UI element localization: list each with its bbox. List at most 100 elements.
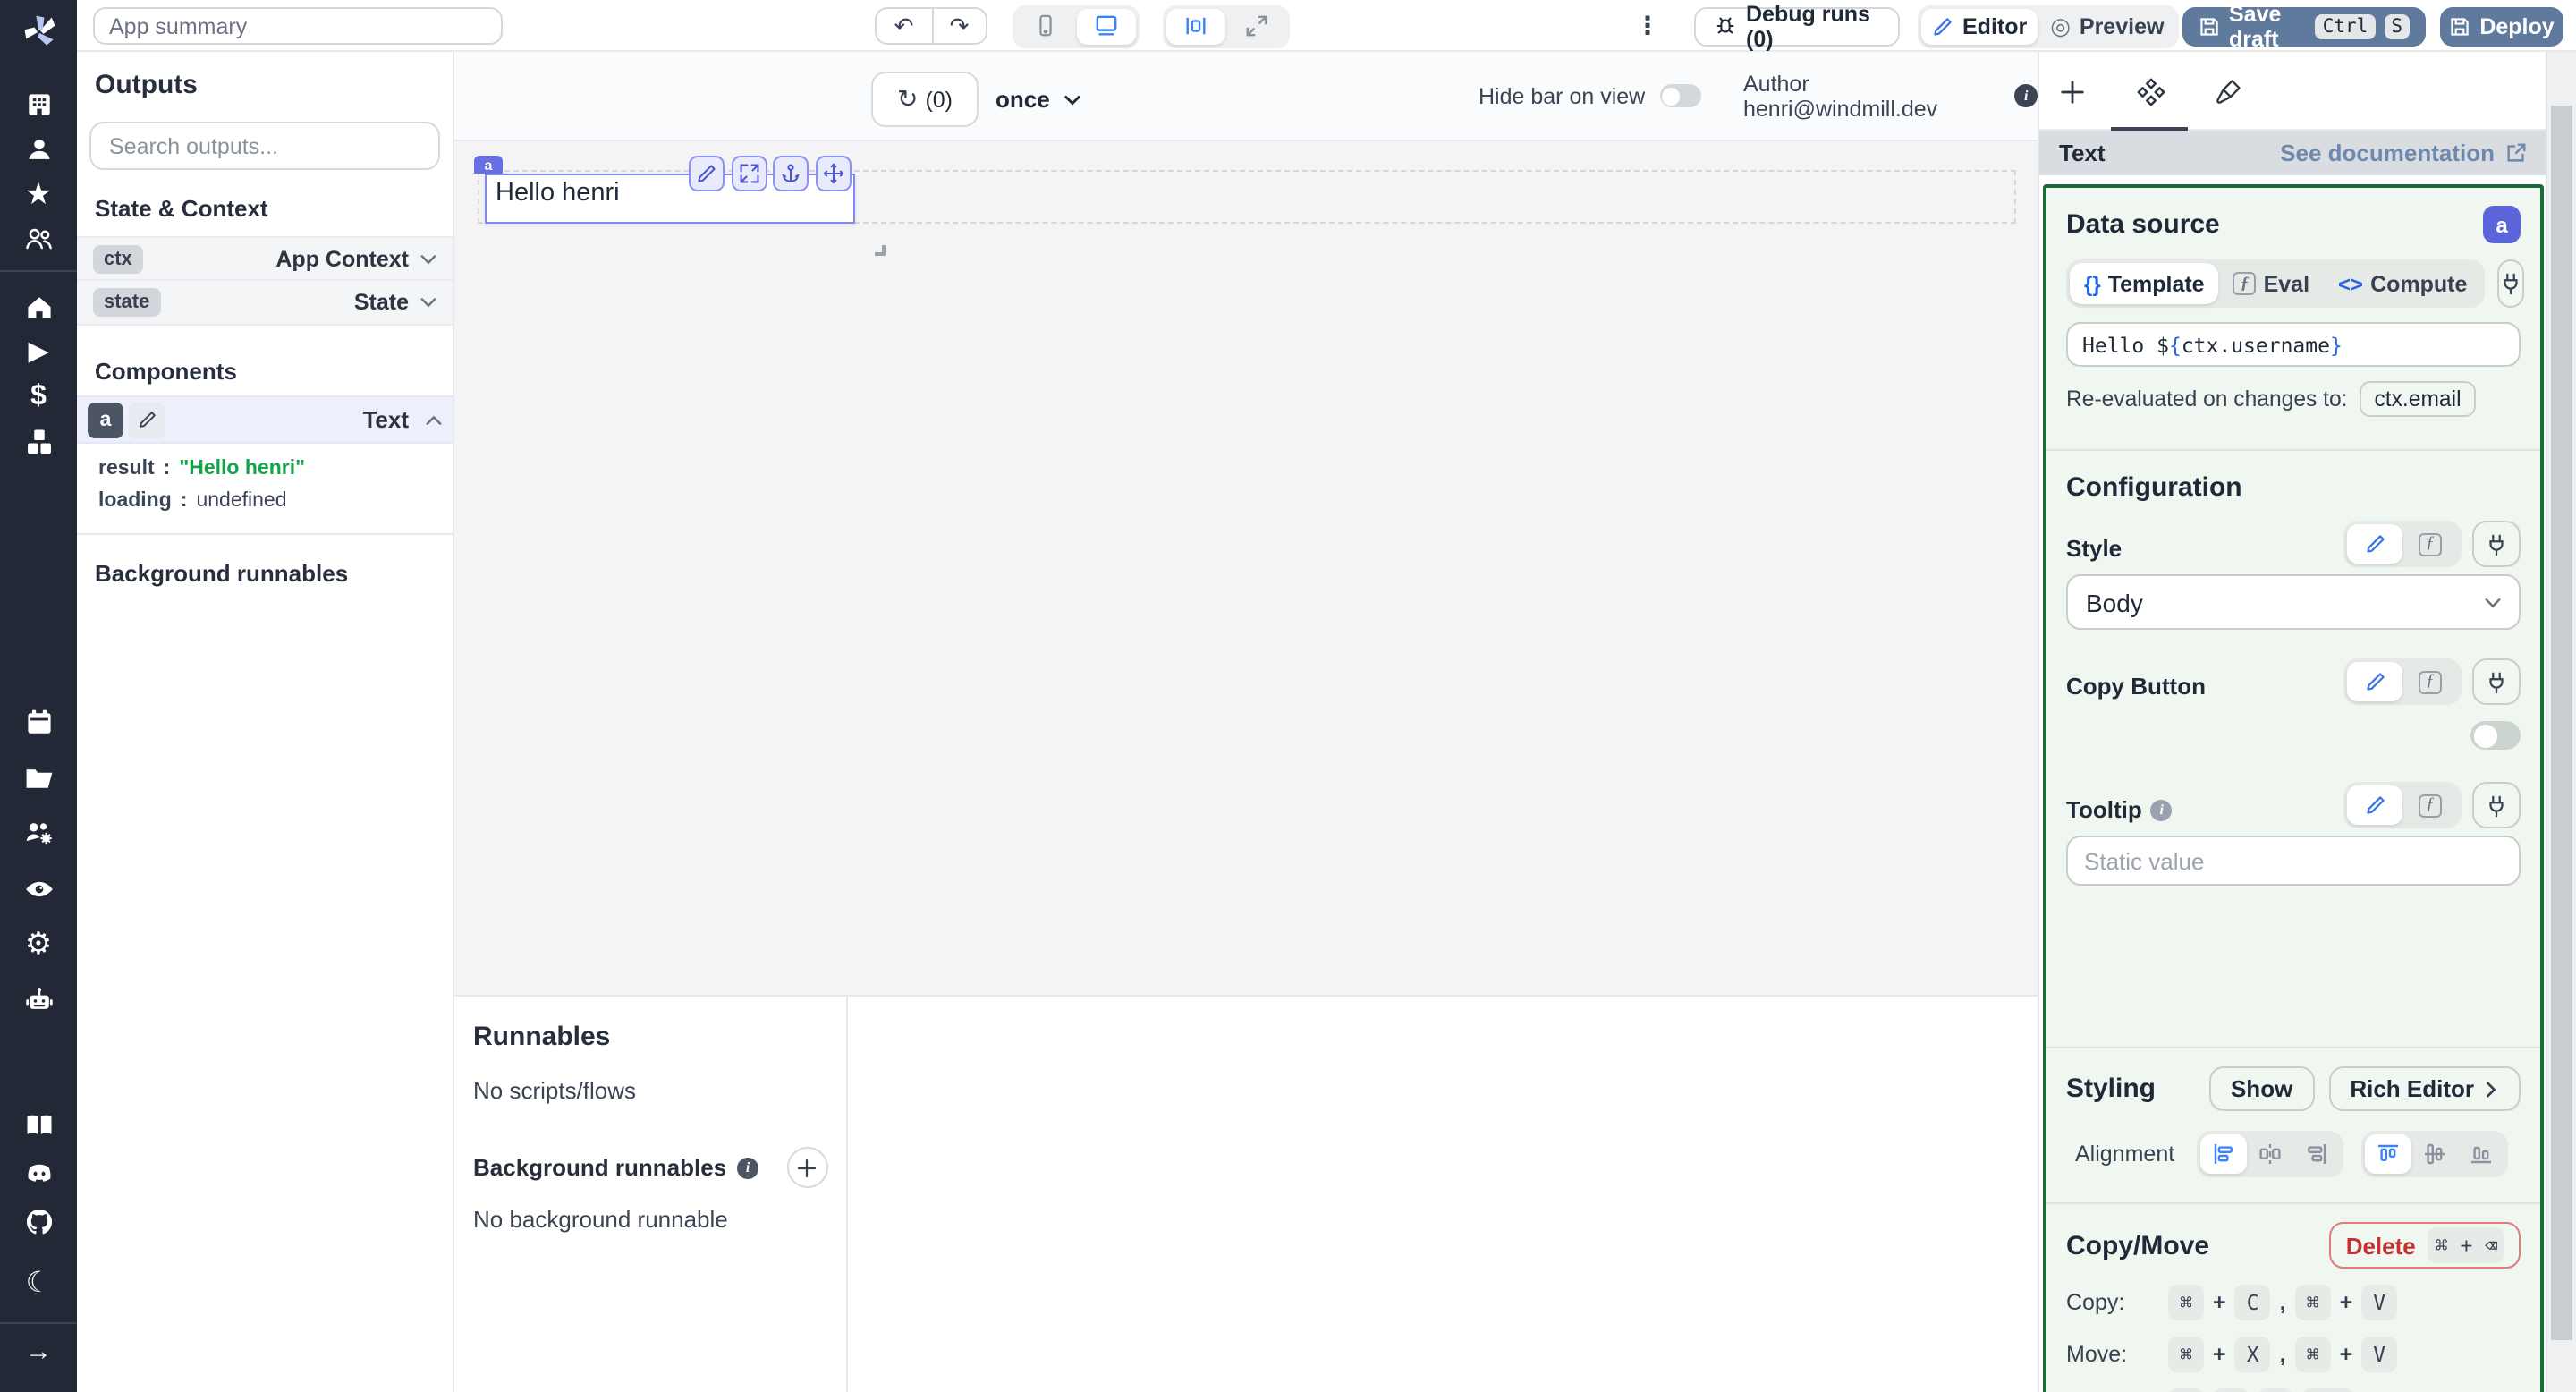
info-icon[interactable]: i: [2150, 799, 2173, 820]
schedules-icon[interactable]: [21, 705, 56, 739]
add-background-runnable-button[interactable]: [786, 1147, 827, 1188]
editor-preview-toggle: Editor ◎ Preview: [1918, 4, 2179, 47]
redo-button[interactable]: ↷: [931, 7, 987, 45]
undo-button[interactable]: ↶: [875, 7, 931, 45]
refresh-button[interactable]: ↻ (0): [871, 72, 979, 127]
docs-book-icon[interactable]: [21, 1108, 56, 1142]
chevron-up-icon[interactable]: [425, 414, 441, 425]
rename-component-button[interactable]: [129, 402, 165, 437]
home-icon[interactable]: [21, 290, 56, 324]
preview-tab[interactable]: ◎ Preview: [2039, 8, 2174, 44]
reeval-dependency-badge[interactable]: ctx.email: [2360, 381, 2476, 417]
dark-mode-icon[interactable]: ☾: [21, 1267, 56, 1301]
static-pencil-button[interactable]: [2347, 524, 2402, 564]
eval-fn-button[interactable]: ƒ: [2402, 662, 2458, 701]
copy-button-toggle[interactable]: [2470, 721, 2521, 750]
scrollbar-thumb[interactable]: [2550, 106, 2572, 1340]
left-arrow-key: ←: [2168, 1388, 2204, 1392]
github-icon[interactable]: [21, 1204, 56, 1238]
folders-icon[interactable]: [21, 760, 56, 794]
settings-icon[interactable]: ⚙: [21, 927, 56, 961]
template-tab[interactable]: {} Template: [2070, 263, 2219, 304]
static-pencil-button[interactable]: [2347, 662, 2402, 701]
hide-bar-toggle[interactable]: [1659, 84, 1701, 108]
panel-scrollbar[interactable]: [2545, 52, 2576, 1392]
see-documentation-link[interactable]: See documentation: [2280, 139, 2527, 166]
groups-admin-icon[interactable]: [21, 816, 56, 850]
device-toggle: [1013, 4, 1140, 47]
editor-tab[interactable]: Editor: [1921, 8, 2038, 44]
component-settings-tab[interactable]: [2134, 75, 2166, 107]
eval-fn-button[interactable]: ƒ: [2402, 785, 2458, 825]
search-outputs-input[interactable]: [89, 122, 440, 170]
edit-component-button[interactable]: [689, 155, 724, 191]
connect-plug-button[interactable]: [2472, 521, 2521, 567]
debug-runs-button[interactable]: Debug runs (0): [1694, 2, 1900, 52]
expand-component-button[interactable]: [731, 155, 767, 191]
favorites-icon[interactable]: ★: [21, 177, 56, 211]
connect-plug-button[interactable]: [2472, 658, 2521, 705]
eval-fn-button[interactable]: ƒ: [2402, 524, 2458, 564]
fullscreen-canvas-button[interactable]: [1227, 8, 1286, 44]
align-center-h-button[interactable]: [2246, 1134, 2292, 1174]
loading-prop[interactable]: loading : undefined: [98, 490, 452, 512]
move-component-button[interactable]: [815, 155, 851, 191]
active-tab-underline: [2111, 126, 2188, 130]
compute-tab[interactable]: <> Compute: [2324, 263, 2481, 304]
delete-component-button[interactable]: Delete ⌘ + ⌫: [2329, 1222, 2521, 1269]
center-canvas-button[interactable]: [1166, 8, 1225, 44]
discord-icon[interactable]: [21, 1156, 56, 1190]
static-pencil-button[interactable]: [2347, 785, 2402, 825]
save-draft-button[interactable]: Save draft Ctrl S: [2182, 2, 2426, 52]
align-middle-button[interactable]: [2411, 1134, 2457, 1174]
template-code-editor[interactable]: Hello ${ctx.username}: [2066, 322, 2521, 367]
preview-icon: ◎: [2050, 12, 2071, 38]
more-menu-button[interactable]: ⋮: [1635, 7, 1660, 45]
connect-plug-button[interactable]: [2472, 782, 2521, 828]
resize-handle[interactable]: [875, 244, 886, 255]
user-icon[interactable]: [21, 132, 56, 166]
workspace-icon[interactable]: [21, 88, 56, 122]
runs-icon[interactable]: ▶: [21, 335, 56, 369]
align-right-button[interactable]: [2292, 1134, 2339, 1174]
resources-icon[interactable]: [21, 424, 56, 458]
align-bottom-button[interactable]: [2457, 1134, 2504, 1174]
show-styling-button[interactable]: Show: [2208, 1066, 2315, 1111]
show-label: Show: [2230, 1075, 2293, 1102]
component-a-row[interactable]: a Text: [77, 395, 452, 444]
desktop-view-button[interactable]: [1077, 8, 1136, 44]
anchor-component-button[interactable]: [773, 155, 809, 191]
ctx-output-row[interactable]: ctx App Context: [77, 236, 452, 281]
app-summary-input[interactable]: [93, 7, 503, 45]
info-icon[interactable]: i: [2014, 84, 2038, 108]
eval-tab[interactable]: ƒ Eval: [2219, 263, 2324, 304]
add-component-tab[interactable]: [2055, 75, 2088, 107]
chevron-down-icon: [2485, 597, 2501, 607]
v-key: V: [2361, 1285, 2398, 1320]
groups-icon[interactable]: [21, 222, 56, 256]
global-styling-tab[interactable]: [2213, 75, 2245, 107]
deploy-button[interactable]: Deploy: [2440, 7, 2563, 46]
align-top-button[interactable]: [2364, 1134, 2411, 1174]
result-key: result: [98, 458, 155, 480]
chevron-down-icon[interactable]: [419, 253, 436, 264]
app-canvas[interactable]: a Hello henri: [453, 140, 2038, 995]
ai-robot-icon[interactable]: [21, 982, 56, 1016]
info-icon[interactable]: i: [737, 1157, 759, 1178]
chevron-down-icon[interactable]: [419, 297, 436, 308]
function-icon: ƒ: [2419, 670, 2442, 693]
align-left-button[interactable]: [2199, 1134, 2247, 1174]
collapse-sidebar-icon[interactable]: →: [21, 1335, 56, 1369]
connect-plug-button[interactable]: [2497, 259, 2525, 308]
schedule-dropdown[interactable]: once: [996, 72, 1080, 127]
rich-editor-button[interactable]: Rich Editor: [2328, 1066, 2521, 1111]
windmill-logo[interactable]: [19, 13, 58, 52]
tooltip-input[interactable]: [2066, 836, 2521, 886]
mobile-view-button[interactable]: [1016, 8, 1075, 44]
state-output-row[interactable]: state State: [77, 281, 452, 326]
style-select[interactable]: Body: [2066, 574, 2521, 630]
variables-icon[interactable]: $: [21, 379, 56, 413]
audit-eye-icon[interactable]: [21, 871, 56, 905]
see-documentation-label: See documentation: [2280, 139, 2495, 166]
result-prop[interactable]: result : "Hello henri": [98, 458, 452, 480]
